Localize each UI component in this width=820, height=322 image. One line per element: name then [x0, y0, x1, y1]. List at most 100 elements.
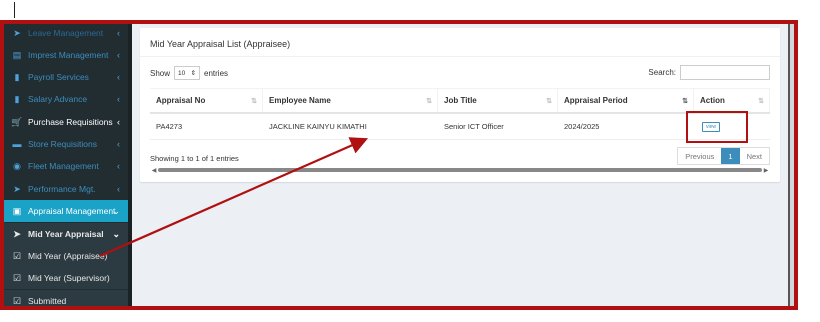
sidebar-item-appraisal-management[interactable]: ▣ Appraisal Management ⌄: [4, 200, 128, 222]
scrollbar-thumb[interactable]: [158, 168, 762, 172]
sidebar-item-label: Mid Year Appraisal: [28, 229, 104, 239]
page-length-control: Show 10 ⇕ entries: [150, 66, 228, 80]
column-header-appraisal-period[interactable]: Appraisal Period ⇅: [558, 89, 694, 112]
chevron-left-icon: ‹: [117, 117, 120, 127]
window-edge: [788, 24, 794, 306]
chevron-left-icon: ‹: [117, 50, 120, 60]
cell-appraisal-period: 2024/2025: [564, 122, 600, 131]
sidebar-item-label: Store Requisitions: [28, 139, 97, 149]
sidebar-item-purchase-requisitions[interactable]: 🛒 Purchase Requisitions ‹: [4, 111, 128, 133]
sidebar-item-label: Leave Management: [28, 28, 104, 38]
clipboard-icon: ▣: [12, 205, 22, 216]
sidebar-item-label: Submitted: [28, 296, 67, 306]
sidebar-item-imprest-management[interactable]: ▤ Imprest Management ‹: [4, 44, 128, 66]
chevron-left-icon: ‹: [117, 139, 120, 149]
sort-desc-icon: ⇅: [682, 97, 688, 105]
sidebar-item-payroll-services[interactable]: ▮ Payroll Services ‹: [4, 66, 128, 88]
appraisal-table: Appraisal No ⇅ Employee Name ⇅ Job Title…: [150, 88, 770, 140]
previous-button[interactable]: Previous: [678, 148, 721, 164]
cell-employee-name: JACKLINE KAINYU KIMATHI: [269, 122, 367, 131]
sidebar-item-mid-year-appraisee[interactable]: ☑ Mid Year (Appraisee): [4, 245, 128, 267]
header-label: Appraisal Period: [564, 96, 628, 105]
clipboard-check-icon: ☑: [12, 295, 22, 306]
sidebar-item-salary-advance[interactable]: ▮ Salary Advance ‹: [4, 88, 128, 110]
sidebar-item-label: Mid Year (Supervisor): [28, 273, 110, 283]
chevron-left-icon: ‹: [117, 161, 120, 171]
header-label: Appraisal No: [156, 96, 206, 105]
sort-icon: ⇅: [426, 97, 432, 105]
scroll-right-icon[interactable]: ▶: [762, 167, 770, 174]
sidebar-item-label: Salary Advance: [28, 94, 88, 104]
clipboard-check-icon: ☑: [12, 250, 22, 261]
show-label: Show: [150, 68, 171, 78]
column-header-job-title[interactable]: Job Title ⇅: [438, 89, 558, 112]
header-label: Job Title: [444, 96, 477, 105]
sidebar: ➤ Leave Management ‹ ▤ Imprest Managemen…: [4, 24, 128, 306]
cell-job-title: Senior ICT Officer: [444, 122, 504, 131]
sidebar-item-fleet-management[interactable]: ◉ Fleet Management ‹: [4, 155, 128, 177]
page-length-value: 10: [178, 69, 186, 77]
sidebar-item-mid-year-supervisor[interactable]: ☑ Mid Year (Supervisor): [4, 267, 128, 289]
table-header: Appraisal No ⇅ Employee Name ⇅ Job Title…: [150, 88, 770, 114]
column-header-appraisal-no[interactable]: Appraisal No ⇅: [150, 89, 263, 112]
sidebar-item-leave-management[interactable]: ➤ Leave Management ‹: [4, 24, 128, 44]
clipboard-check-icon: ☑: [12, 272, 22, 283]
chevron-left-icon: ‹: [117, 28, 120, 38]
sidebar-item-performance-mgt[interactable]: ➤ Performance Mgt. ‹: [4, 178, 128, 200]
highlight-box: [686, 111, 748, 143]
cart-icon: 🛒: [11, 116, 23, 127]
pagination: Previous 1 Next: [677, 147, 770, 165]
sort-icon: ⇅: [546, 97, 552, 105]
sidebar-item-submitted[interactable]: ☑ Submitted: [4, 290, 128, 306]
table-row: PA4273 JACKLINE KAINYU KIMATHI Senior IC…: [150, 114, 770, 140]
page-title: Mid Year Appraisal List (Appraisee): [150, 39, 291, 49]
column-header-employee-name[interactable]: Employee Name ⇅: [263, 89, 438, 112]
main-content: Mid Year Appraisal List (Appraisee) Show…: [132, 24, 794, 306]
sidebar-item-label: Imprest Management: [28, 50, 109, 60]
search-input[interactable]: [680, 65, 770, 80]
sidebar-item-label: Payroll Services: [28, 72, 89, 82]
header-label: Employee Name: [269, 96, 331, 105]
table-info: Showing 1 to 1 of 1 entries: [150, 154, 239, 163]
chevron-down-icon: ⌄: [112, 205, 120, 216]
screenshot-stage: ➤ Leave Management ‹ ▤ Imprest Managemen…: [0, 0, 820, 322]
file-icon: ▮: [14, 93, 20, 104]
chevron-left-icon: ‹: [117, 184, 120, 194]
money-icon: ▤: [12, 49, 22, 60]
sidebar-item-label: Purchase Requisitions: [28, 117, 113, 127]
file-icon: ▮: [14, 71, 20, 82]
header-label: Action: [700, 96, 725, 105]
sidebar-item-label: Performance Mgt.: [28, 184, 96, 194]
cell-appraisal-no: PA4273: [156, 122, 183, 131]
sidebar-item-label: Mid Year (Appraisee): [28, 251, 108, 261]
sort-icon: ⇅: [758, 97, 764, 105]
paper-plane-icon: ➤: [13, 228, 21, 239]
paper-plane-icon: ➤: [13, 27, 21, 38]
car-icon: ◉: [13, 160, 21, 171]
sidebar-item-mid-year-appraisal[interactable]: ➤ Mid Year Appraisal ⌄: [4, 223, 128, 245]
sidebar-item-label: Appraisal Management: [28, 206, 116, 216]
annotation-frame: ➤ Leave Management ‹ ▤ Imprest Managemen…: [0, 20, 798, 310]
column-header-action[interactable]: Action ⇅: [694, 89, 770, 112]
chevron-left-icon: ‹: [117, 72, 120, 82]
scroll-left-icon[interactable]: ◀: [150, 167, 158, 174]
entries-label: entries: [204, 68, 229, 78]
appraisal-list-card: Mid Year Appraisal List (Appraisee) Show…: [140, 28, 780, 182]
sidebar-item-label: Fleet Management: [28, 161, 99, 171]
sort-icon: ⇅: [251, 97, 257, 105]
next-button[interactable]: Next: [740, 148, 769, 164]
page-length-select[interactable]: 10 ⇕: [174, 66, 201, 80]
chevron-left-icon: ‹: [117, 94, 120, 104]
sort-updown-icon: ⇕: [190, 70, 197, 77]
search-label: Search:: [648, 68, 676, 77]
search-control: Search:: [648, 65, 770, 80]
text-cursor: [14, 2, 15, 18]
page-1-button[interactable]: 1: [721, 148, 740, 164]
store-icon: ▬: [12, 139, 22, 149]
paper-plane-icon: ➤: [13, 183, 21, 194]
top-strip: [0, 0, 820, 20]
sidebar-item-store-requisitions[interactable]: ▬ Store Requisitions ‹: [4, 133, 128, 155]
chevron-down-icon: ⌄: [112, 228, 120, 239]
horizontal-scrollbar[interactable]: ◀ ▶: [150, 166, 770, 174]
divider: [140, 56, 780, 57]
